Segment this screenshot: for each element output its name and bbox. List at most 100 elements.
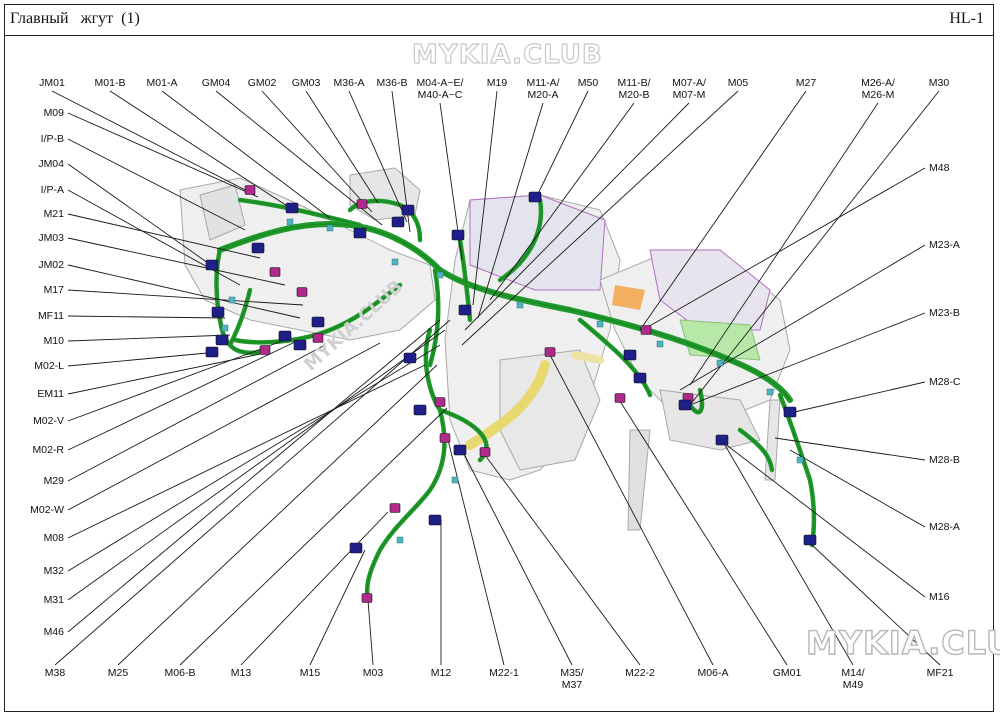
- callout-m10: M10: [43, 335, 64, 347]
- connector-blue: [285, 202, 299, 214]
- leader-m02-v: [67, 339, 286, 422]
- callout-m01-a: M01-A: [146, 77, 178, 89]
- callout-m36-b: M36-B: [376, 77, 408, 89]
- callout-mf11: MF11: [37, 310, 64, 322]
- callout-m17: M17: [43, 284, 64, 296]
- connector-blue: [458, 304, 472, 316]
- leader-m35-m37: [461, 449, 573, 666]
- callout-m25: M25: [107, 667, 129, 679]
- callout-m03: M03: [362, 667, 384, 679]
- harness-clip: [451, 476, 459, 484]
- callout-m09: M09: [43, 107, 64, 119]
- connector-magenta: [479, 447, 491, 457]
- connector-blue: [528, 191, 542, 203]
- leader-m03: [367, 599, 374, 666]
- connector-blue: [391, 216, 405, 228]
- connector-blue: [803, 534, 817, 546]
- callout-m11-a-m20-a: M11-A/ M20-A: [526, 77, 560, 101]
- connector-blue: [278, 330, 292, 342]
- callout-i-p-b: I/P-B: [40, 133, 64, 145]
- callout-m31: M31: [43, 594, 64, 606]
- leader-m38: [54, 319, 451, 666]
- leader-m29: [67, 344, 326, 482]
- callout-m06-b: M06-B: [164, 667, 196, 679]
- leader-m31: [67, 329, 446, 601]
- connector-blue: [205, 259, 219, 271]
- leader-m46: [67, 319, 441, 633]
- leader-m22-2: [484, 454, 641, 666]
- callout-m04-a-e-m40-a-c: M04-A~E/ M40-A~C: [416, 77, 464, 101]
- callout-m23-a: M23-A: [929, 239, 960, 251]
- callout-gm04: GM04: [201, 77, 231, 89]
- callout-m12: M12: [430, 667, 452, 679]
- watermark-bottom: MYKIA.CLUB: [805, 623, 1000, 662]
- callout-gm03: GM03: [291, 77, 321, 89]
- callout-m36-a: M36-A: [333, 77, 365, 89]
- harness-branch: [364, 327, 447, 603]
- callout-jm02: JM02: [38, 259, 64, 271]
- callout-m05: M05: [727, 77, 749, 89]
- callout-m22-2: M22-2: [625, 667, 655, 679]
- harness-clip: [516, 301, 524, 309]
- connector-magenta: [434, 397, 446, 407]
- callout-m13: M13: [230, 667, 252, 679]
- connector-blue: [678, 399, 692, 411]
- callout-m19: M19: [486, 77, 508, 89]
- leader-m30: [689, 90, 940, 406]
- harness-diagram: [51, 90, 941, 666]
- connector-magenta: [640, 325, 652, 335]
- callout-m02-w: M02-W: [30, 504, 64, 516]
- callout-i-p-a: I/P-A: [40, 184, 64, 196]
- connector-blue: [293, 339, 307, 351]
- connector-magenta: [244, 185, 256, 195]
- harness-clip: [326, 224, 334, 232]
- callout-gm02: GM02: [247, 77, 277, 89]
- harness-clip: [716, 359, 724, 367]
- leader-m50: [534, 90, 589, 201]
- leader-gm02: [261, 90, 373, 213]
- callout-m06-a: M06-A: [697, 667, 729, 679]
- callout-m35-m37: M35/ M37: [560, 667, 584, 691]
- leader-m08: [67, 364, 426, 539]
- center-console-stand: [627, 429, 651, 531]
- harness-clip: [796, 456, 804, 464]
- harness-clip: [221, 324, 229, 332]
- connector-magenta: [356, 199, 368, 209]
- connector-blue: [633, 372, 647, 384]
- connector-blue: [453, 444, 467, 456]
- leader-m28-c: [789, 381, 926, 414]
- harness-clip: [391, 258, 399, 266]
- callout-m50: M50: [577, 77, 599, 89]
- harness-clip: [436, 271, 444, 279]
- connector-magenta: [296, 287, 308, 297]
- leader-em11: [67, 351, 271, 395]
- watermark-top: MYKIA.CLUB: [411, 39, 603, 70]
- callout-m11-b-m20-b: M11-B/ M20-B: [617, 77, 651, 101]
- callout-m46: M46: [43, 626, 64, 638]
- leader-m48: [645, 167, 926, 329]
- harness-clip: [286, 218, 294, 226]
- connector-blue: [215, 334, 229, 346]
- leader-m06-b: [179, 407, 448, 666]
- callout-m32: M32: [43, 565, 64, 577]
- leader-m16: [719, 439, 926, 598]
- callout-m22-1: M22-1: [489, 667, 519, 679]
- connector-blue: [211, 306, 225, 318]
- connector-blue: [715, 434, 729, 446]
- connector-blue: [451, 229, 465, 241]
- callout-m28-b: M28-B: [929, 454, 960, 466]
- connector-magenta: [544, 347, 556, 357]
- leader-jm01: [51, 90, 256, 196]
- connector-magenta: [259, 345, 271, 355]
- leader-gm03: [305, 90, 379, 204]
- leader-m02-w: [67, 342, 381, 511]
- connector-blue: [311, 316, 325, 328]
- callout-gm01: GM01: [772, 667, 802, 679]
- connector-blue: [353, 227, 367, 239]
- callout-m29: M29: [43, 475, 64, 487]
- harness-clip: [396, 536, 404, 544]
- connector-blue: [623, 349, 637, 361]
- callout-m15: M15: [299, 667, 321, 679]
- leader-m15: [309, 549, 366, 666]
- callout-m07-a-m07-m: M07-A/ M07-M: [672, 77, 706, 101]
